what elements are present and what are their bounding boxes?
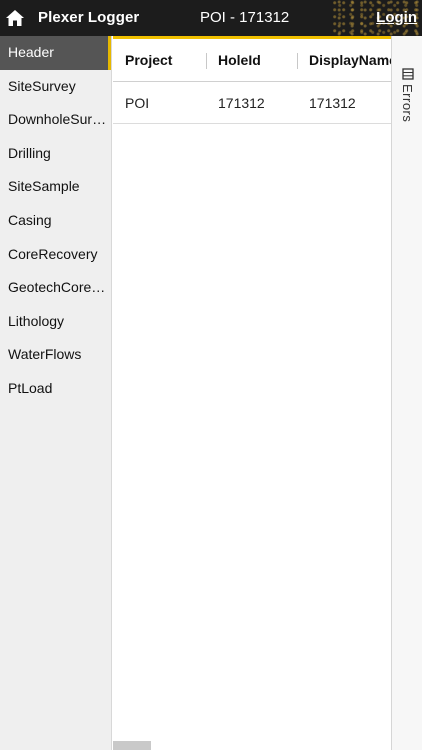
- page-title: POI - 171312: [200, 9, 290, 26]
- data-grid: Project HoleId DisplayName POI 171312 17…: [113, 36, 397, 750]
- sidebar-item-casing[interactable]: Casing: [0, 204, 111, 238]
- grid-header-row: Project HoleId DisplayName: [113, 36, 397, 82]
- sidebar-item-lithology[interactable]: Lithology: [0, 305, 111, 339]
- sidebar-item-header[interactable]: Header: [0, 36, 111, 70]
- top-bar: Plexer Logger POI - 171312 Login: [0, 0, 422, 36]
- column-separator: [206, 53, 207, 69]
- errors-label: Errors: [400, 84, 415, 123]
- cell-holeid: 171312: [218, 95, 265, 111]
- home-button[interactable]: [5, 8, 25, 28]
- sidebar-item-sitesample[interactable]: SiteSample: [0, 170, 111, 204]
- cell-project: POI: [125, 95, 150, 111]
- sidebar-item-waterflows[interactable]: WaterFlows: [0, 338, 111, 372]
- horizontal-scrollbar[interactable]: [113, 741, 151, 750]
- sidebar-item-drilling[interactable]: Drilling: [0, 137, 111, 171]
- column-separator: [297, 53, 298, 69]
- sidebar-item-downholesurvey[interactable]: DownholeSurvey: [0, 103, 111, 137]
- column-header-displayname[interactable]: DisplayName: [309, 39, 397, 82]
- right-panel: Errors: [391, 36, 422, 750]
- sidebar-item-sitesurvey[interactable]: SiteSurvey: [0, 70, 111, 104]
- app-title: Plexer Logger: [38, 9, 140, 26]
- column-header-project[interactable]: Project: [125, 39, 172, 82]
- cell-displayname: 171312: [309, 95, 356, 111]
- sidebar-item-corerecovery[interactable]: CoreRecovery: [0, 238, 111, 272]
- table-row[interactable]: POI 171312 171312: [113, 82, 391, 124]
- sidebar: Header SiteSurvey DownholeSurvey Drillin…: [0, 36, 112, 750]
- column-header-holeid[interactable]: HoleId: [218, 39, 261, 82]
- sidebar-item-ptload[interactable]: PtLoad: [0, 372, 111, 406]
- sidebar-item-geotechcore[interactable]: GeotechCoreD...: [0, 271, 111, 305]
- list-icon: [402, 68, 414, 80]
- login-link[interactable]: Login: [376, 9, 417, 26]
- home-icon: [6, 10, 24, 26]
